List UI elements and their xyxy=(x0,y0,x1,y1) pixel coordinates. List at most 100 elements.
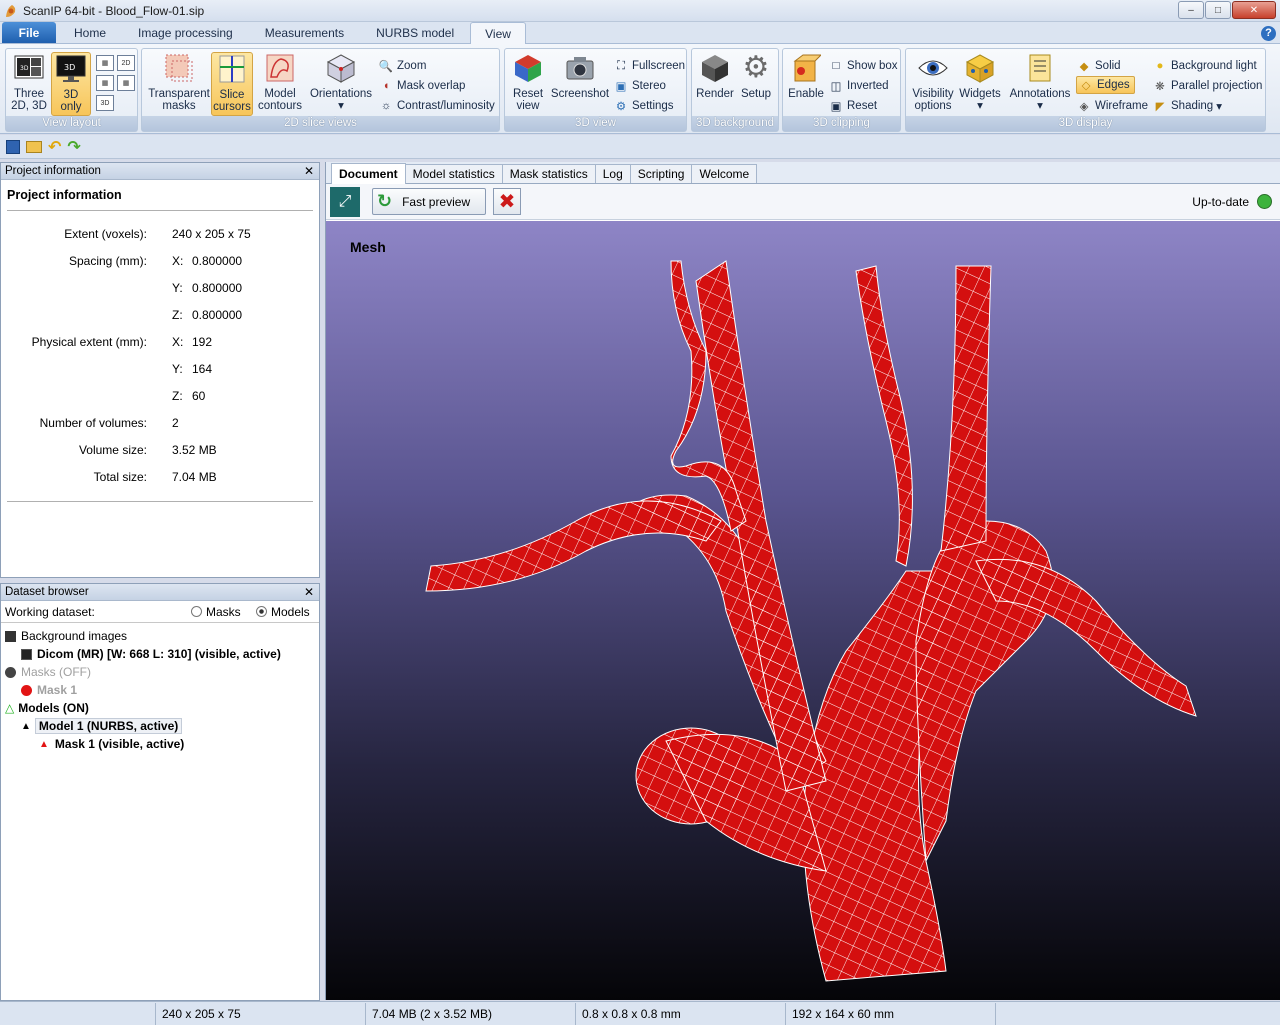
cancel-button[interactable]: ✖ xyxy=(493,188,521,215)
fullscreen-button[interactable]: ⛶ Fullscreen xyxy=(613,57,685,75)
tab-home[interactable]: Home xyxy=(56,22,122,43)
info-value: 240 x 205 x 75 xyxy=(172,227,251,241)
close-panel-icon[interactable]: ✕ xyxy=(304,584,314,601)
save-icon[interactable] xyxy=(6,139,20,154)
solid-icon: ◆ xyxy=(1079,61,1089,73)
render-button[interactable]: Render xyxy=(695,52,735,100)
image-stack-icon xyxy=(5,630,16,642)
clipping-reset-button[interactable]: ▣ Reset xyxy=(828,97,877,115)
info-value: 192 xyxy=(192,335,213,349)
inverted-button[interactable]: ◫ Inverted xyxy=(828,77,889,95)
tree-item[interactable]: △ Models (ON) xyxy=(1,699,319,717)
models-triangle-icon: △ xyxy=(5,701,15,715)
radio-masks[interactable]: Masks xyxy=(191,605,241,619)
transparent-masks-icon xyxy=(163,52,195,84)
radio-off-icon xyxy=(191,606,202,617)
open-folder-icon[interactable] xyxy=(26,140,42,153)
annotations-button[interactable]: Annotations ▾ xyxy=(1006,52,1074,112)
wireframe-button[interactable]: ◈ Wireframe xyxy=(1076,97,1148,115)
group-2d-slice-views: Transparent masks Slice cursors Model co… xyxy=(141,48,500,132)
stereo-button[interactable]: ▣ Stereo xyxy=(613,77,666,95)
doc-tab[interactable]: Mask statistics xyxy=(501,164,596,183)
masks-dot-icon xyxy=(5,666,16,678)
close-button[interactable]: ✕ xyxy=(1232,1,1276,19)
status-memory: 7.04 MB (2 x 3.52 MB) xyxy=(366,1002,576,1025)
info-axis: X: xyxy=(172,335,184,349)
background-light-button[interactable]: ● Background light xyxy=(1152,57,1257,75)
tree-item[interactable]: Background images xyxy=(1,627,319,645)
shading-button[interactable]: ◤ Shading ▾ xyxy=(1152,97,1222,115)
tree-item[interactable]: ▲ Model 1 (NURBS, active) xyxy=(1,717,319,735)
show-box-button[interactable]: □ Show box xyxy=(828,57,898,75)
zoom-button[interactable]: 🔍 Zoom xyxy=(378,57,427,75)
contrast-luminosity-button[interactable]: ☼ Contrast/luminosity xyxy=(378,97,495,115)
dataset-browser-panel: Dataset browser ✕ Working dataset: Masks … xyxy=(0,583,320,1001)
wireframe-icon: ◈ xyxy=(1079,101,1089,113)
help-icon[interactable]: ? xyxy=(1261,26,1276,41)
fast-preview-button[interactable]: ↻ Fast preview xyxy=(372,188,486,215)
model-triangle-icon: ▲ xyxy=(21,720,31,732)
slice-cursors-icon xyxy=(216,53,248,85)
tree-item-label: Models (ON) xyxy=(18,701,89,715)
layout-grid-icon[interactable]: ▦ xyxy=(96,75,114,91)
background-setup-button[interactable]: ⚙ Setup xyxy=(737,52,775,101)
ribbon: 3D Three 2D, 3D 3D 3D only ▦ 2D ▦ ▦ 3D V… xyxy=(0,44,1280,134)
layout-split-icon[interactable]: ▦ xyxy=(96,55,114,71)
edges-button[interactable]: ◇ Edges xyxy=(1076,76,1135,94)
inverted-icon: ◫ xyxy=(830,81,842,93)
tree-item[interactable]: Masks (OFF) xyxy=(1,663,319,681)
mask-overlap-button[interactable]: ◖ Mask overlap xyxy=(378,77,466,95)
layout-3d-icon[interactable]: 3D xyxy=(96,95,114,111)
widgets-button[interactable]: Widgets ▾ xyxy=(958,52,1002,112)
3d-only-button[interactable]: 3D 3D only xyxy=(51,52,91,116)
maximize-button[interactable]: □ xyxy=(1205,1,1231,19)
svg-text:3D: 3D xyxy=(20,65,29,72)
status-indicator: Up-to-date xyxy=(1192,194,1272,209)
tab-image-processing[interactable]: Image processing xyxy=(122,22,249,43)
three-2d-3d-button[interactable]: 3D Three 2D, 3D xyxy=(10,52,48,112)
doc-tab[interactable]: Log xyxy=(594,164,631,183)
radio-models[interactable]: Models xyxy=(256,605,310,619)
tree-item[interactable]: Dicom (MR) [W: 668 L: 310] (visible, act… xyxy=(1,645,319,663)
tree-item[interactable]: Mask 1 xyxy=(1,681,319,699)
doc-tab[interactable]: Scripting xyxy=(629,164,693,183)
tree-item[interactable]: ▲ Mask 1 (visible, active) xyxy=(1,735,319,753)
gear-icon: ⚙ xyxy=(615,101,627,113)
layout-quad-icon[interactable]: ▦ xyxy=(117,75,135,91)
model-contours-button[interactable]: Model contours xyxy=(256,52,304,112)
status-light-icon xyxy=(1257,194,1272,209)
quick-access-toolbar: ↶ ↷ xyxy=(0,135,1280,159)
3d-viewport[interactable]: Mesh xyxy=(326,221,1280,1000)
solid-button[interactable]: ◆ Solid xyxy=(1076,57,1121,75)
dropdown-arrow-icon: ▾ xyxy=(977,100,983,112)
close-panel-icon[interactable]: ✕ xyxy=(304,163,314,180)
projection-icon: ❋ xyxy=(1155,81,1165,93)
redo-icon[interactable]: ↷ xyxy=(67,137,80,157)
slice-cursors-button[interactable]: Slice cursors xyxy=(211,52,253,116)
tab-measurements[interactable]: Measurements xyxy=(249,22,360,43)
minimize-button[interactable]: – xyxy=(1178,1,1204,19)
screenshot-button[interactable]: Screenshot xyxy=(551,52,609,100)
clip-enable-icon xyxy=(790,52,822,84)
reset-cube-icon xyxy=(512,52,544,84)
undo-icon[interactable]: ↶ xyxy=(48,137,61,157)
clipping-enable-button[interactable]: Enable xyxy=(786,52,826,100)
tab-view[interactable]: View xyxy=(470,22,526,44)
tab-nurbs-model[interactable]: NURBS model xyxy=(360,22,470,43)
doc-tab[interactable]: Model statistics xyxy=(404,164,503,183)
transparent-masks-button[interactable]: Transparent masks xyxy=(146,52,212,112)
orientations-button[interactable]: Orientations ▾ xyxy=(307,52,375,112)
settings-button[interactable]: ⚙ Settings xyxy=(613,97,674,115)
expand-icon[interactable]: ⤢ xyxy=(330,186,360,217)
tree-item-label: Dicom (MR) [W: 668 L: 310] (visible, act… xyxy=(37,647,281,661)
reset-view-button[interactable]: Reset view xyxy=(509,52,547,112)
doc-tab[interactable]: Document xyxy=(331,163,406,184)
parallel-projection-button[interactable]: ❋ Parallel projection xyxy=(1152,77,1262,95)
visibility-options-button[interactable]: Visibility options xyxy=(909,52,957,112)
mask-triangle-icon: ▲ xyxy=(39,738,49,750)
info-label: Spacing (mm): xyxy=(68,254,147,268)
info-axis: Y: xyxy=(172,362,183,376)
tab-file[interactable]: File xyxy=(2,22,56,43)
doc-tab[interactable]: Welcome xyxy=(691,164,758,183)
layout-2d-icon[interactable]: 2D xyxy=(117,55,135,71)
